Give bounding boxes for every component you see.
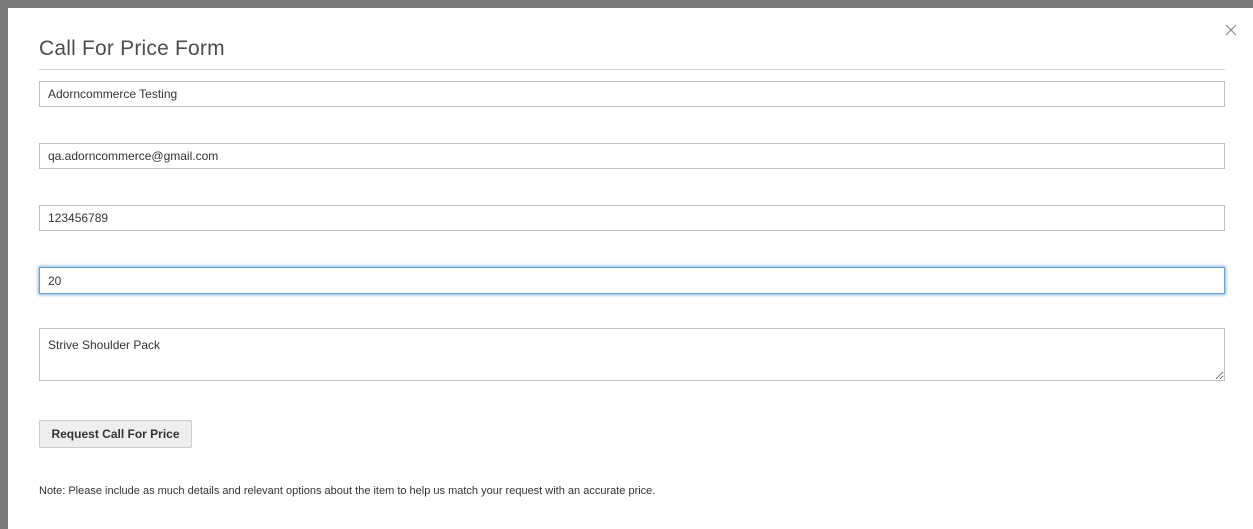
quantity-field[interactable] (39, 267, 1225, 294)
product-details-textarea[interactable]: Strive Shoulder Pack (39, 328, 1225, 381)
name-field[interactable] (39, 81, 1225, 107)
title-divider (39, 69, 1225, 70)
modal-title: Call For Price Form (39, 37, 225, 60)
phone-field[interactable] (39, 205, 1225, 231)
email-field[interactable] (39, 143, 1225, 169)
call-for-price-modal: Call For Price Form Strive Shoulder Pack… (8, 8, 1253, 529)
request-call-for-price-button[interactable]: Request Call For Price (39, 420, 192, 448)
form-note: Note: Please include as much details and… (39, 485, 656, 497)
close-icon[interactable] (1223, 22, 1239, 38)
